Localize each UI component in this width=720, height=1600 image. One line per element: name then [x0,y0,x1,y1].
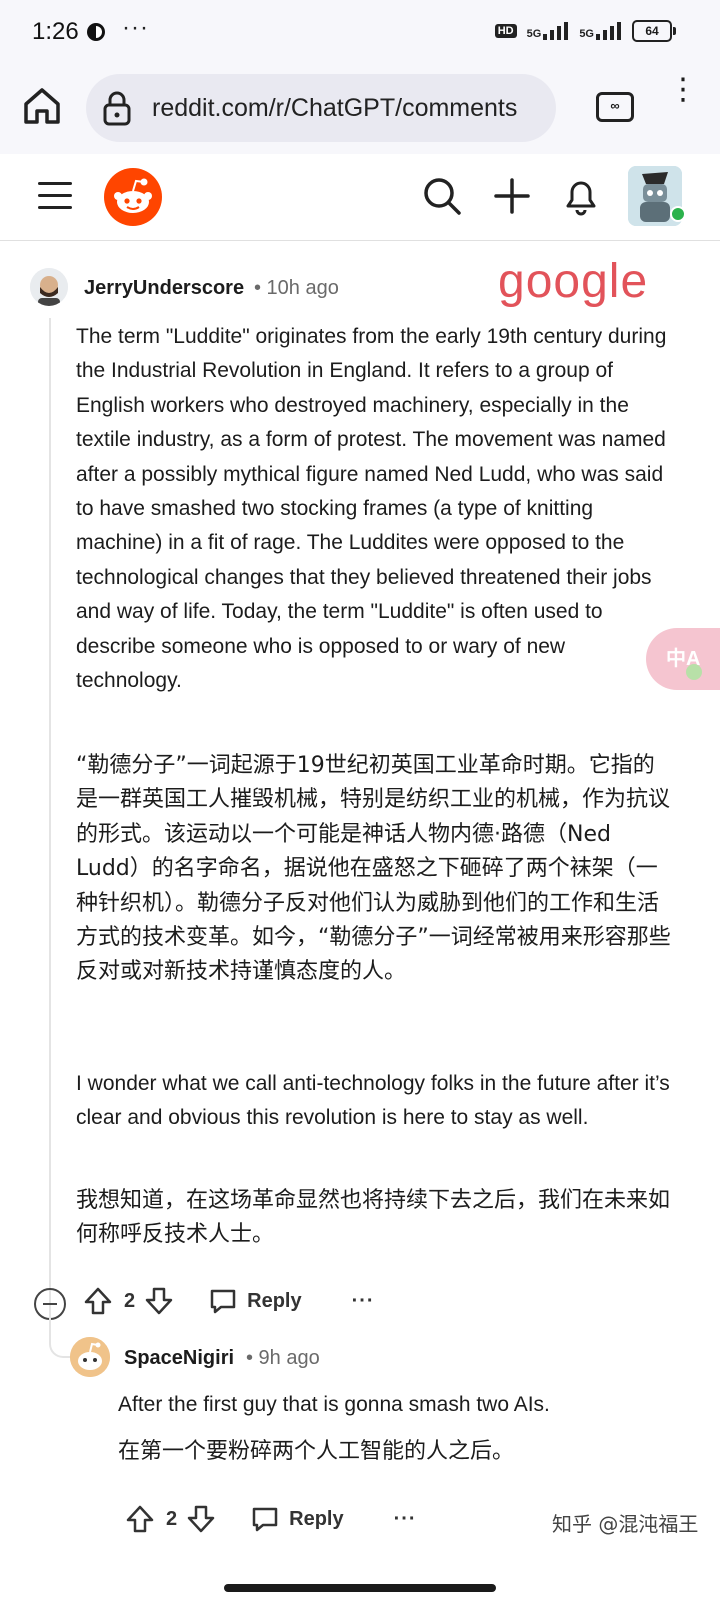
avatar[interactable] [30,268,68,306]
comment-body-chinese: “勒德分子”一词起源于19世纪初英国工业革命时期。它指的是一群英国工人摧毁机械，… [76,753,671,985]
reddit-logo-icon[interactable] [104,168,162,226]
thread-line[interactable] [49,318,51,1338]
comment-timestamp: • 10h ago [254,277,339,299]
upvote-icon[interactable] [126,1504,154,1534]
more-options-icon[interactable]: ··· [394,1508,417,1531]
reply-connector [49,1316,73,1358]
browser-menu-icon[interactable]: ⋮ [668,75,698,105]
user-avatar[interactable] [628,166,686,226]
vote-count: 2 [166,1507,178,1530]
reply-button[interactable]: Reply [209,1287,302,1315]
comment-body-chinese-2: 我想知道，在这场革命显然也将持续下去之后，我们在未来如何称呼反技术人士。 [76,1188,671,1248]
comment-actions: 2 Reply ··· [84,1286,375,1316]
tabs-button[interactable]: ∞ [596,92,634,122]
lock-icon [103,91,131,126]
status-time: 1:26 [32,18,79,45]
create-post-icon[interactable] [494,176,530,216]
reply-avatar[interactable] [70,1337,110,1377]
reply-body-english: After the first guy that is gonna smash … [118,1393,550,1416]
downvote-icon[interactable] [145,1286,173,1316]
comment-author[interactable]: JerryUnderscore [84,277,244,300]
hd-voice-icon: HD [494,24,517,38]
reply-timestamp: • 9h ago [246,1347,320,1369]
reply-author[interactable]: SpaceNigiri [124,1347,234,1370]
status-icons: HD 5G 5G 64 [494,20,676,42]
notifications-icon[interactable] [562,176,600,216]
reddit-header [0,154,720,241]
gesture-nav-bar[interactable] [224,1584,496,1592]
check-icon [686,664,702,680]
downvote-icon[interactable] [187,1504,215,1534]
browser-toolbar: reddit.com/r/ChatGPT/comments ∞ ⋮ [0,66,720,154]
signal-icon-2: 5G [579,22,622,40]
url-text: reddit.com/r/ChatGPT/comments [152,94,518,122]
signal-icon: 5G [527,22,570,40]
watermark: 知乎 @混沌福王 [552,1512,699,1536]
battery-icon: 64 [632,20,676,42]
comment-body-english-2: I wonder what we call anti-technology fo… [76,1072,670,1130]
source-tag: google [498,255,649,308]
reply-icon [210,1289,236,1314]
comment-body-english: The term "Luddite" originates from the e… [76,325,667,693]
translate-button[interactable]: 中A [646,628,720,690]
more-options-icon[interactable]: ··· [352,1290,375,1313]
search-icon[interactable] [422,176,462,216]
status-more-icon: ··· [122,14,149,41]
online-status-dot [670,206,686,222]
reply-actions: 2 Reply ··· [126,1504,417,1534]
status-bar: 1:26 ··· HD 5G 5G 64 [0,0,720,66]
address-bar[interactable]: reddit.com/r/ChatGPT/comments [86,74,556,142]
reply-button[interactable]: Reply [251,1505,344,1533]
reply-icon [252,1507,278,1532]
upvote-icon[interactable] [84,1286,112,1316]
reply-body-chinese: 在第一个要粉碎两个人工智能的人之后。 [118,1439,515,1464]
vote-count: 2 [124,1289,136,1312]
home-icon[interactable] [20,84,64,128]
do-not-disturb-icon [87,23,105,41]
menu-icon[interactable] [38,182,72,218]
